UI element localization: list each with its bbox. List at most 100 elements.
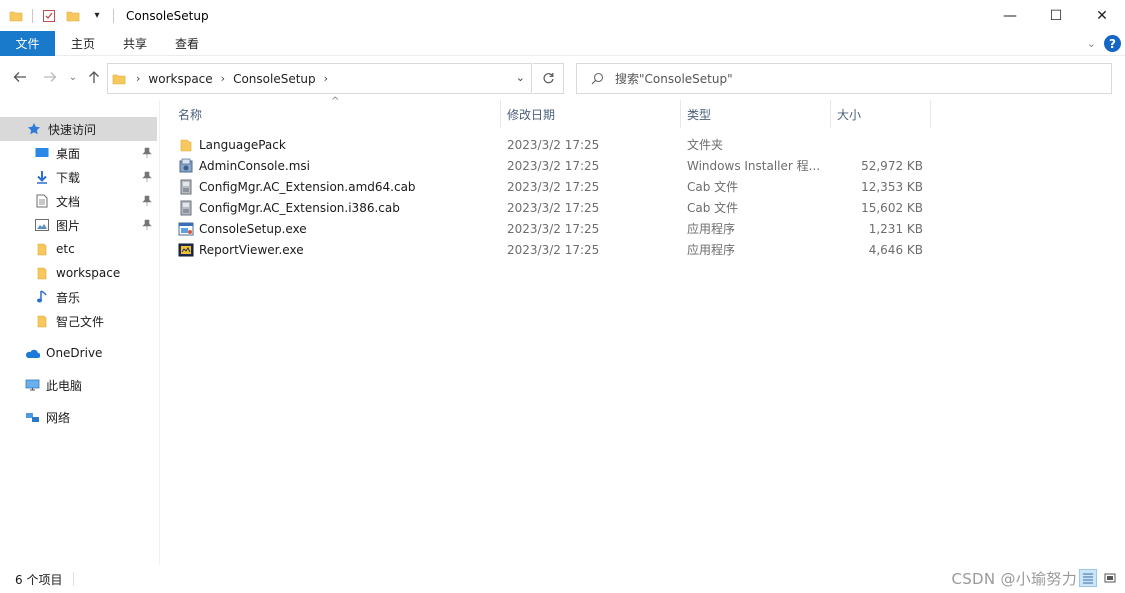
tab-view[interactable]: 查看 [161,31,213,56]
file-type: Cab 文件 [687,201,739,215]
address-dropdown-icon[interactable]: ⌄ [516,71,525,84]
minimize-button[interactable]: — [987,0,1033,31]
search-icon [589,71,605,87]
properties-icon[interactable] [41,8,57,24]
folder-icon [112,71,128,87]
file-row[interactable]: ConfigMgr.AC_Extension.i386.cab 2023/3/2… [170,197,935,218]
file-name: LanguagePack [199,137,286,152]
column-header-size[interactable]: 大小 [837,100,929,128]
help-button[interactable]: ? [1104,35,1121,52]
back-button[interactable] [11,68,29,86]
file-size: 15,602 KB [861,200,923,215]
refresh-button[interactable] [533,63,564,94]
expand-ribbon-icon[interactable]: ⌄ [1087,37,1096,50]
sidebar-item-label: 下载 [56,170,81,185]
sidebar-item-label: 快速访问 [48,122,97,137]
pin-icon[interactable] [141,194,153,208]
separator [32,8,33,23]
column-header-type[interactable]: 类型 [687,100,829,128]
window-controls: — ☐ ✕ [987,0,1125,31]
sidebar-item-workspace[interactable]: workspace [0,261,157,285]
file-size: 52,972 KB [861,158,923,173]
details-view-icon[interactable] [1079,569,1097,587]
pin-icon[interactable] [141,218,153,232]
file-name: ConsoleSetup.exe [199,221,307,236]
tab-file[interactable]: 文件 [0,30,55,56]
breadcrumb-workspace[interactable]: workspace [148,72,212,86]
sidebar-item-music[interactable]: 音乐 [0,285,157,309]
file-row[interactable]: AdminConsole.msi 2023/3/2 17:25 Windows … [170,155,935,176]
sidebar-item-label: 网络 [46,410,71,425]
file-name: ConfigMgr.AC_Extension.amd64.cab [199,179,416,194]
file-name: ReportViewer.exe [199,242,304,257]
sidebar-item-quick-access[interactable]: 快速访问 [0,117,157,141]
file-size: 12,353 KB [861,179,923,194]
sidebar-item-pictures[interactable]: 图片 [0,213,157,237]
sidebar-item-network[interactable]: 网络 [0,405,157,429]
forward-button[interactable] [41,68,59,86]
new-folder-icon[interactable] [65,8,81,24]
file-row[interactable]: ReportViewer.exe 2023/3/2 17:25 应用程序 4,6… [170,239,935,260]
address-bar[interactable]: › workspace › ConsoleSetup › ⌄ [107,63,532,94]
file-row[interactable]: ConfigMgr.AC_Extension.amd64.cab 2023/3/… [170,176,935,197]
star-icon [26,121,42,137]
file-list: LanguagePack 2023/3/2 17:25 文件夹 AdminCon… [170,134,935,260]
column-divider[interactable] [500,100,501,128]
up-button[interactable] [85,68,103,86]
sidebar-item-documents[interactable]: 文档 [0,189,157,213]
large-icons-view-icon[interactable] [1101,569,1119,587]
column-header-modified[interactable]: 修改日期 [507,100,679,128]
column-header-name[interactable]: 名称 [178,100,498,128]
file-row[interactable]: LanguagePack 2023/3/2 17:25 文件夹 [170,134,935,155]
customize-dropdown-icon[interactable]: ▾ [89,8,105,24]
sidebar-item-this-pc[interactable]: 此电脑 [0,373,157,397]
tab-share[interactable]: 共享 [109,31,161,56]
file-name: ConfigMgr.AC_Extension.i386.cab [199,200,400,215]
sidebar-item-downloads[interactable]: 下载 [0,165,157,189]
file-modified: 2023/3/2 17:25 [507,137,600,152]
pictures-icon [34,217,50,233]
sidebar-item-desktop[interactable]: 桌面 [0,141,157,165]
search-box[interactable] [576,63,1112,94]
column-headers: ^ 名称 修改日期 类型 大小 [170,96,935,128]
status-bar: 6 个项目 CSDN @小瑜努力 [0,565,1125,593]
item-count: 6 个项目 [15,572,63,587]
sidebar-item-label: 图片 [56,218,81,233]
file-name: AdminConsole.msi [199,158,310,173]
file-size [830,134,923,155]
pin-icon[interactable] [141,170,153,184]
pin-icon[interactable] [141,146,153,160]
window-title: ConsoleSetup [126,8,209,23]
folder-icon [34,241,50,257]
column-divider[interactable] [930,100,931,128]
folder-icon [34,313,50,329]
chevron-right-icon[interactable]: › [136,72,140,85]
search-input[interactable] [615,71,1095,86]
folder-icon[interactable] [8,8,24,24]
tab-home[interactable]: 主页 [57,31,109,56]
quick-access-toolbar: ▾ [8,0,122,31]
chevron-right-icon[interactable]: › [221,72,225,85]
separator [113,8,114,23]
close-button[interactable]: ✕ [1079,0,1125,31]
maximize-button[interactable]: ☐ [1033,0,1079,31]
file-row[interactable]: ConsoleSetup.exe 2023/3/2 17:25 应用程序 1,2… [170,218,935,239]
column-divider[interactable] [680,100,681,128]
breadcrumb-consolesetup[interactable]: ConsoleSetup [233,72,316,86]
computer-icon [24,377,40,393]
sidebar-item-etc[interactable]: etc [0,237,157,261]
report-exe-icon [178,242,194,258]
chevron-right-icon[interactable]: › [324,72,328,85]
recent-locations-dropdown-icon[interactable]: ⌄ [64,68,82,86]
ribbon-tabs: 文件 主页 共享 查看 ⌄ ? [0,30,1125,56]
sidebar-item-label: 文档 [56,194,81,209]
sidebar-item-onedrive[interactable]: OneDrive [0,341,157,365]
file-name-cell: ConsoleSetup.exe [178,218,500,239]
view-toggle [1079,569,1119,587]
column-divider[interactable] [830,100,831,128]
cab-archive-icon [178,200,194,216]
file-name-cell: ConfigMgr.AC_Extension.i386.cab [178,197,500,218]
sidebar-item-zhiji-files[interactable]: 智己文件 [0,309,157,333]
file-type: 文件夹 [687,138,724,152]
cab-archive-icon [178,179,194,195]
